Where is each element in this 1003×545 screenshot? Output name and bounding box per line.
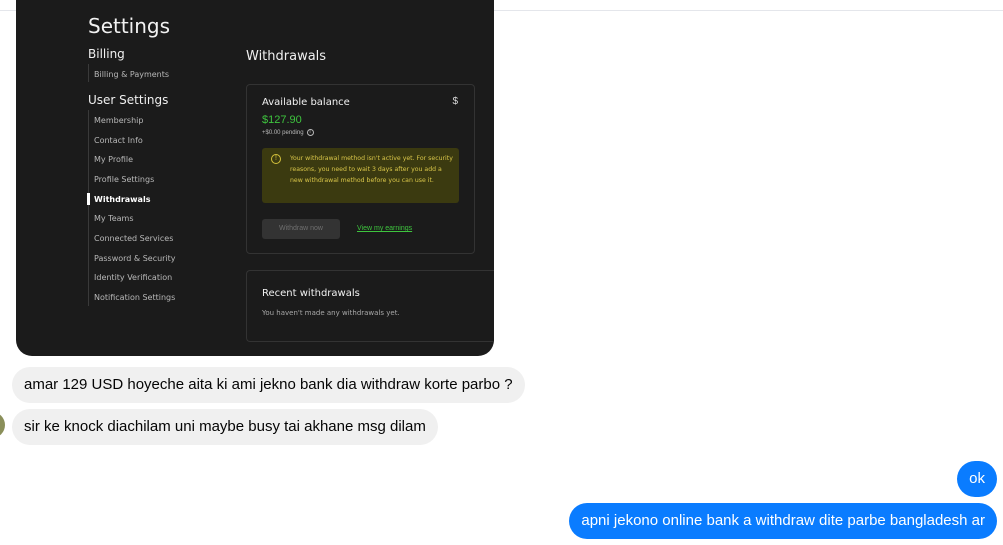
- sidebar-item-password-security[interactable]: Password & Security: [94, 254, 176, 263]
- message-outgoing[interactable]: ok: [957, 461, 997, 497]
- settings-title: Settings: [88, 14, 171, 38]
- warning-banner: ! Your withdrawal method isn't active ye…: [262, 148, 459, 203]
- page-heading: Withdrawals: [246, 49, 327, 64]
- sidebar-item-membership[interactable]: Membership: [94, 116, 143, 125]
- message-outgoing[interactable]: apni jekono online bank a withdraw dite …: [569, 503, 997, 539]
- pending-amount: +$0.00 pending i: [262, 129, 314, 136]
- sidebar-item-identity-verification[interactable]: Identity Verification: [94, 273, 172, 282]
- sidebar-item-withdrawals[interactable]: Withdrawals: [94, 195, 150, 204]
- active-item-marker: [87, 193, 90, 205]
- balance-card-title: Available balance: [262, 97, 350, 108]
- section-billing: Billing: [88, 47, 125, 61]
- message-incoming[interactable]: sir ke knock diachilam uni maybe busy ta…: [12, 409, 438, 445]
- message-incoming[interactable]: amar 129 USD hoyeche aita ki ami jekno b…: [12, 367, 525, 403]
- user-settings-divider: [88, 110, 89, 306]
- warning-icon: !: [271, 154, 281, 164]
- withdraw-now-button[interactable]: Withdraw now: [262, 219, 340, 239]
- dollar-icon: $: [452, 96, 458, 107]
- sidebar-item-connected-services[interactable]: Connected Services: [94, 234, 173, 243]
- avatar[interactable]: [0, 412, 5, 438]
- info-icon[interactable]: i: [306, 129, 314, 136]
- warning-text: Your withdrawal method isn't active yet.…: [290, 155, 453, 184]
- sidebar-item-my-profile[interactable]: My Profile: [94, 155, 133, 164]
- billing-divider: [88, 64, 89, 82]
- balance-card: Available balance $ $127.90 +$0.00 pendi…: [246, 84, 475, 254]
- recent-withdrawals-title: Recent withdrawals: [262, 288, 360, 299]
- recent-withdrawals-card: Recent withdrawals You haven't made any …: [246, 270, 494, 342]
- screenshot-attachment[interactable]: Settings Billing Billing & Payments User…: [16, 0, 494, 356]
- sidebar-item-profile-settings[interactable]: Profile Settings: [94, 175, 154, 184]
- view-earnings-link[interactable]: View my earnings: [357, 225, 412, 232]
- balance-amount: $127.90: [262, 114, 302, 126]
- section-user-settings: User Settings: [88, 93, 169, 107]
- recent-withdrawals-empty: You haven't made any withdrawals yet.: [262, 309, 400, 317]
- sidebar-item-notification-settings[interactable]: Notification Settings: [94, 293, 175, 302]
- sidebar-item-contact-info[interactable]: Contact Info: [94, 136, 143, 145]
- pending-text: +$0.00 pending: [262, 129, 304, 136]
- sidebar-item-billing-payments[interactable]: Billing & Payments: [94, 70, 169, 79]
- sidebar-item-my-teams[interactable]: My Teams: [94, 214, 134, 223]
